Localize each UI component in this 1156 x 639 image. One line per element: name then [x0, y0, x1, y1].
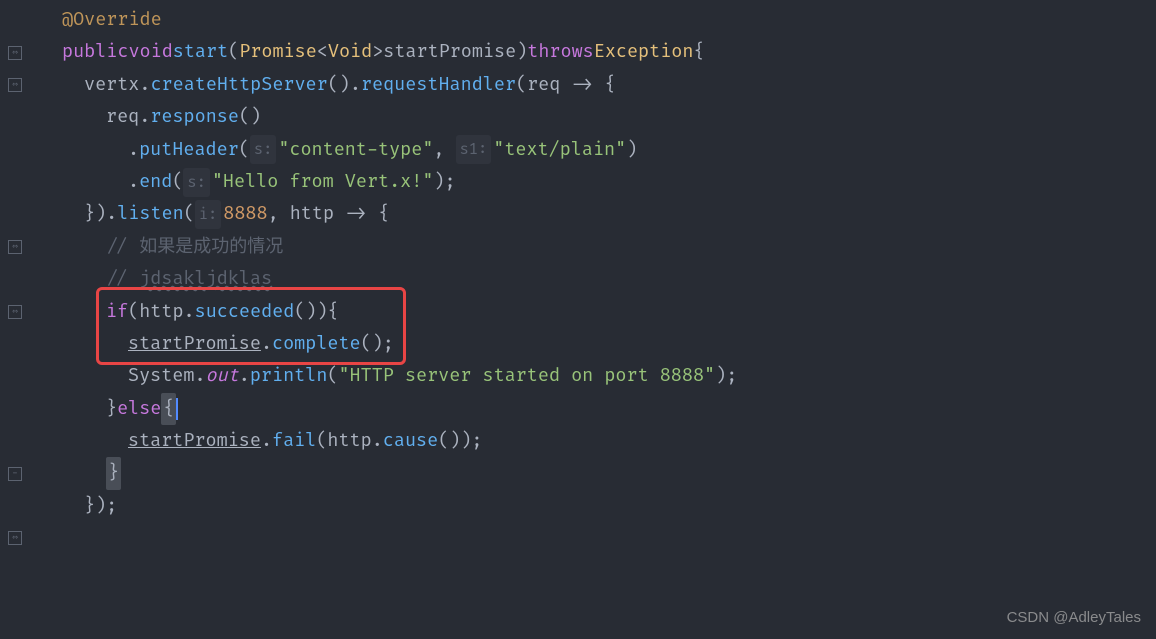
keyword-throws: throws [527, 36, 593, 68]
comment: // 如果是成功的情况 [106, 231, 283, 263]
code-line[interactable]: @Override [40, 4, 1156, 36]
gutter: ⇔ ⇔ ⇔ ⇔ − ⇔ [0, 0, 30, 639]
code-line[interactable]: } [40, 457, 1156, 489]
param-hint: s1: [456, 135, 492, 164]
param-hint: s: [250, 135, 276, 164]
code-editor[interactable]: ⇔ ⇔ ⇔ ⇔ − ⇔ @Override public void start(… [0, 0, 1156, 639]
fold-minus-icon[interactable]: − [0, 457, 30, 489]
fold-icon[interactable]: ⇔ [0, 231, 30, 263]
annotation: @Override [62, 4, 162, 36]
code-line[interactable]: .end( s: "Hello from Vert.x!"); [40, 166, 1156, 198]
fold-icon[interactable]: ⇔ [0, 296, 30, 328]
code-line[interactable]: startPromise.complete(); [40, 328, 1156, 360]
code-line[interactable]: if (http.succeeded()) { [40, 296, 1156, 328]
code-line[interactable]: System.out.println("HTTP server started … [40, 360, 1156, 392]
fold-icon[interactable]: ⇔ [0, 522, 30, 554]
watermark: CSDN @AdleyTales [1007, 604, 1141, 631]
code-line[interactable]: // 如果是成功的情况 [40, 231, 1156, 263]
type-void: Void [328, 36, 372, 68]
code-content[interactable]: @Override public void start(Promise<Void… [30, 0, 1156, 639]
code-line[interactable]: req.response() [40, 101, 1156, 133]
code-line[interactable]: }); [40, 490, 1156, 522]
code-line[interactable]: vertx.createHttpServer().requestHandler(… [40, 69, 1156, 101]
code-line[interactable]: }).listen( i: 8888, http -> { [40, 198, 1156, 230]
param-hint: i: [195, 200, 221, 229]
code-line[interactable]: } else { [40, 393, 1156, 425]
brace-highlight: { [161, 393, 176, 425]
keyword-void: void [128, 36, 172, 68]
code-line[interactable]: // jdsakljdklas [40, 263, 1156, 295]
fold-icon[interactable]: ⇔ [0, 69, 30, 101]
keyword-else: else [117, 393, 161, 425]
keyword-if: if [106, 296, 128, 328]
brace-highlight: } [106, 457, 121, 489]
code-line[interactable]: public void start(Promise<Void> startPro… [40, 36, 1156, 68]
keyword-public: public [62, 36, 128, 68]
type-exception: Exception [594, 36, 694, 68]
text-cursor [176, 398, 178, 420]
type-promise: Promise [239, 36, 317, 68]
param-hint: s: [183, 168, 209, 197]
code-line[interactable]: .putHeader( s: "content-type", s1: "text… [40, 134, 1156, 166]
method-start: start [173, 36, 228, 68]
fold-icon[interactable]: ⇔ [0, 36, 30, 68]
code-line[interactable]: startPromise.fail(http.cause()); [40, 425, 1156, 457]
comment-typo: jdsakljdklas [139, 263, 272, 295]
